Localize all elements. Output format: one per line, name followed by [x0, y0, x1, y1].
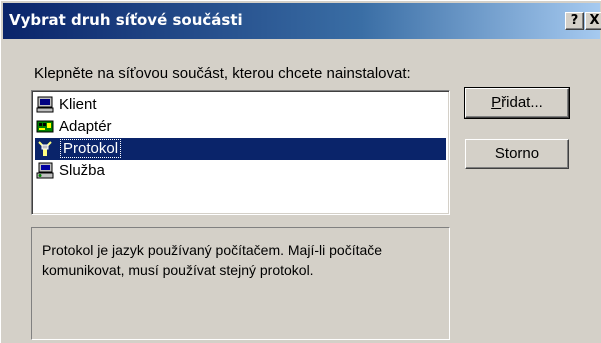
- description-box: Protokol je jazyk používaný počítačem. M…: [31, 227, 450, 340]
- add-button-label: řidat...: [501, 94, 543, 111]
- list-item-service[interactable]: Služba: [35, 160, 446, 182]
- help-button[interactable]: ?: [565, 12, 584, 30]
- close-button[interactable]: X: [585, 12, 601, 30]
- service-computer-icon: [36, 162, 54, 179]
- list-item-label: Protokol: [59, 139, 122, 158]
- client-computer-icon: [36, 96, 54, 113]
- dialog-title: Vybrat druh síťové součásti: [9, 11, 243, 29]
- title-bar[interactable]: Vybrat druh síťové součásti ? X: [3, 3, 601, 39]
- instruction-label: Klepněte na síťovou součást, kterou chce…: [34, 65, 411, 82]
- dialog-window: Vybrat druh síťové součásti ? X Klepněte…: [0, 0, 601, 343]
- add-button-mnemonic: P: [491, 94, 502, 111]
- description-text: Protokol je jazyk používaný počítačem. M…: [42, 242, 383, 278]
- protocol-plug-icon: [38, 141, 52, 156]
- list-item-client[interactable]: Klient: [35, 94, 446, 116]
- list-item-label: Služba: [59, 162, 105, 179]
- cancel-button[interactable]: Storno: [465, 139, 569, 169]
- list-item-label: Klient: [59, 96, 97, 113]
- list-item-label: Adaptér: [59, 118, 112, 135]
- network-adapter-icon: [36, 120, 54, 133]
- list-item-protocol[interactable]: Protokol: [35, 138, 446, 160]
- add-button[interactable]: Přidat...: [464, 87, 570, 119]
- component-list[interactable]: Klient Adaptér Protokol Služba: [31, 90, 450, 215]
- list-item-adapter[interactable]: Adaptér: [35, 116, 446, 138]
